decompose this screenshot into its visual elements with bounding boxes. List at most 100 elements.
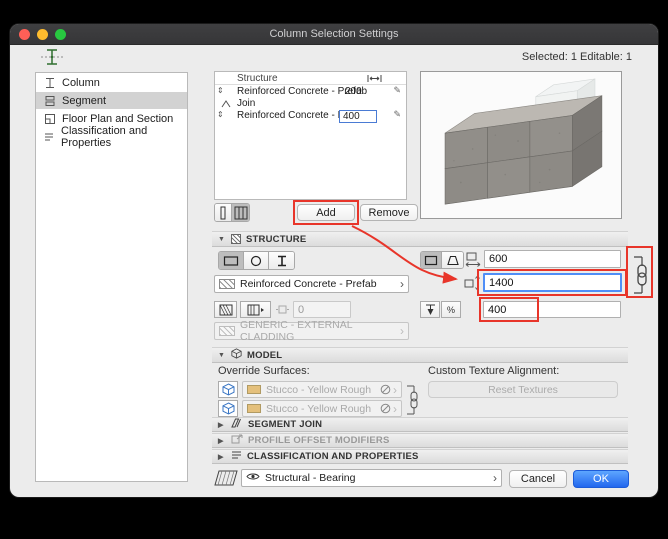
- single-profile-toggle[interactable]: [215, 204, 232, 221]
- minimize-window-button[interactable]: [37, 29, 48, 40]
- window-title: Column Selection Settings: [269, 28, 398, 40]
- percent-ratio-button[interactable]: %: [441, 301, 461, 318]
- eyedropper-icon[interactable]: [380, 403, 391, 414]
- width-dimension-icon: [465, 252, 481, 272]
- surface-dropdown[interactable]: Stucco - Yellow Rough ›: [242, 400, 402, 417]
- segment-width-value[interactable]: 200: [345, 86, 362, 97]
- surface-controls: ›: [380, 403, 397, 414]
- veneer-layers-button[interactable]: [240, 301, 271, 318]
- segment-width-value: 600: [489, 253, 507, 265]
- classification-list-icon: [231, 450, 242, 463]
- override-surfaces-label: Override Surfaces:: [218, 365, 310, 377]
- disclosure-triangle-icon[interactable]: ▶: [218, 453, 226, 461]
- model-section-title: MODEL: [247, 350, 282, 361]
- cancel-button[interactable]: Cancel: [509, 470, 567, 488]
- table-row[interactable]: ⇕ Reinforced Concrete - Prefab 200 ✎: [215, 86, 406, 98]
- chevron-right-icon: ›: [400, 279, 404, 289]
- disclosure-triangle-icon[interactable]: ▼: [218, 352, 226, 359]
- segment-height-value: 1400: [489, 277, 513, 289]
- cross-section-shape-selector: [218, 251, 295, 270]
- pen-icon: ✎: [393, 85, 401, 96]
- classification-section-header[interactable]: ▶ CLASSIFICATION AND PROPERTIES: [212, 449, 628, 464]
- sidebar-item-label: Floor Plan and Section: [62, 113, 173, 125]
- sidebar-item-label: Classification and Properties: [61, 125, 187, 149]
- classification-title: CLASSIFICATION AND PROPERTIES: [247, 451, 419, 462]
- concrete-segments-render: [421, 72, 621, 218]
- chevron-right-icon: ›: [493, 473, 497, 483]
- table-header-structure: Structure: [237, 73, 278, 84]
- ibeam-shape-button[interactable]: [269, 252, 294, 269]
- link-dimensions-chain-icon[interactable]: [631, 252, 649, 303]
- disclosure-triangle-icon[interactable]: ▶: [218, 437, 226, 445]
- height-dimension-icon: [464, 275, 480, 296]
- segment-width-input[interactable]: 600: [484, 250, 621, 268]
- surface-override-toggle[interactable]: [218, 381, 238, 398]
- surface-swatch: [247, 404, 261, 413]
- surface-override-toggle[interactable]: [218, 400, 238, 417]
- sidebar-item-classification-and-properties[interactable]: Classification and Properties: [36, 128, 187, 145]
- multi-segment-profile-toggle[interactable]: [232, 204, 249, 221]
- fill-type-dropdown[interactable]: Reinforced Concrete - Prefab ›: [214, 275, 409, 293]
- chevron-right-icon: ›: [393, 404, 397, 414]
- tapered-segment-button[interactable]: [442, 252, 463, 268]
- percent-icon: %: [447, 305, 455, 315]
- surface-dropdown[interactable]: Stucco - Yellow Rough ›: [242, 381, 402, 398]
- model-section-header[interactable]: ▼ MODEL: [212, 347, 628, 363]
- uniform-segment-button[interactable]: [421, 252, 442, 268]
- segment-width-field[interactable]: 400: [339, 110, 377, 123]
- rectangle-shape-button[interactable]: [219, 252, 244, 269]
- add-segment-button[interactable]: Add: [297, 204, 355, 221]
- disclosure-triangle-icon[interactable]: ▶: [218, 421, 226, 429]
- section-hatch-icon: [214, 470, 238, 491]
- chevron-right-icon: ›: [393, 385, 397, 395]
- core-only-button[interactable]: [214, 301, 237, 318]
- segment-thickness-input[interactable]: 400: [483, 301, 621, 318]
- table-row-join[interactable]: Join: [215, 98, 406, 110]
- reorder-icon[interactable]: ⇕: [217, 86, 224, 95]
- floor-plan-icon: [43, 113, 56, 125]
- sidebar-item-segment[interactable]: Segment: [36, 92, 187, 109]
- column-icon: [43, 77, 56, 89]
- reset-textures-label: Reset Textures: [488, 384, 558, 396]
- cladding-swatch: [219, 326, 235, 336]
- segment-height-input[interactable]: 1400: [483, 273, 622, 292]
- zoom-window-button[interactable]: [55, 29, 66, 40]
- classification-icon: [43, 131, 55, 143]
- surface-controls: ›: [380, 384, 397, 395]
- eyedropper-icon[interactable]: [380, 384, 391, 395]
- structure-section-title: STRUCTURE: [246, 234, 306, 245]
- reorder-icon[interactable]: ⇕: [217, 110, 224, 119]
- disclosure-triangle-icon[interactable]: ▼: [218, 236, 226, 243]
- segment-join-section-header[interactable]: ▶ SEGMENT JOIN: [212, 417, 628, 432]
- add-button-label: Add: [316, 207, 336, 219]
- veneer-thickness-input: 0: [293, 301, 351, 318]
- circle-shape-button[interactable]: [244, 252, 269, 269]
- reset-textures-button: Reset Textures: [428, 381, 618, 398]
- structure-section-header[interactable]: ▼ STRUCTURE: [212, 231, 628, 247]
- surface-label: Stucco - Yellow Rough: [266, 403, 371, 415]
- window-titlebar[interactable]: Column Selection Settings: [10, 24, 658, 45]
- segment-display-toggle: [214, 203, 250, 222]
- width-column-header-icon: [367, 74, 382, 86]
- remove-segment-button[interactable]: Remove: [360, 204, 418, 221]
- segment-thickness-value: 400: [488, 304, 506, 316]
- surface-label: Stucco - Yellow Rough: [266, 384, 371, 396]
- remove-button-label: Remove: [369, 207, 410, 219]
- segment-name: Join: [237, 98, 255, 109]
- plumb-anchor-button[interactable]: [420, 301, 440, 318]
- table-row-selected[interactable]: ⇕ Reinforced Concrete - Prefab 400 ✎: [215, 110, 406, 122]
- chevron-right-icon: ›: [400, 326, 404, 336]
- profile-offset-modifiers-section-header[interactable]: ▶ PROFILE OFFSET MODIFIERS: [212, 433, 628, 448]
- column-3d-preview[interactable]: [420, 71, 622, 219]
- cube-icon: [231, 348, 242, 362]
- profile-offset-title: PROFILE OFFSET MODIFIERS: [248, 435, 390, 446]
- cancel-button-label: Cancel: [521, 473, 555, 485]
- table-header: Structure: [215, 72, 406, 85]
- ok-button[interactable]: OK: [573, 470, 629, 488]
- sidebar-item-column[interactable]: Column: [36, 74, 187, 91]
- segment-join-icon: [231, 418, 243, 431]
- structural-function-dropdown[interactable]: Structural - Bearing ›: [241, 469, 502, 487]
- close-window-button[interactable]: [19, 29, 30, 40]
- selection-status: Selected: 1 Editable: 1: [522, 51, 632, 63]
- sidebar-item-label: Segment: [62, 95, 106, 107]
